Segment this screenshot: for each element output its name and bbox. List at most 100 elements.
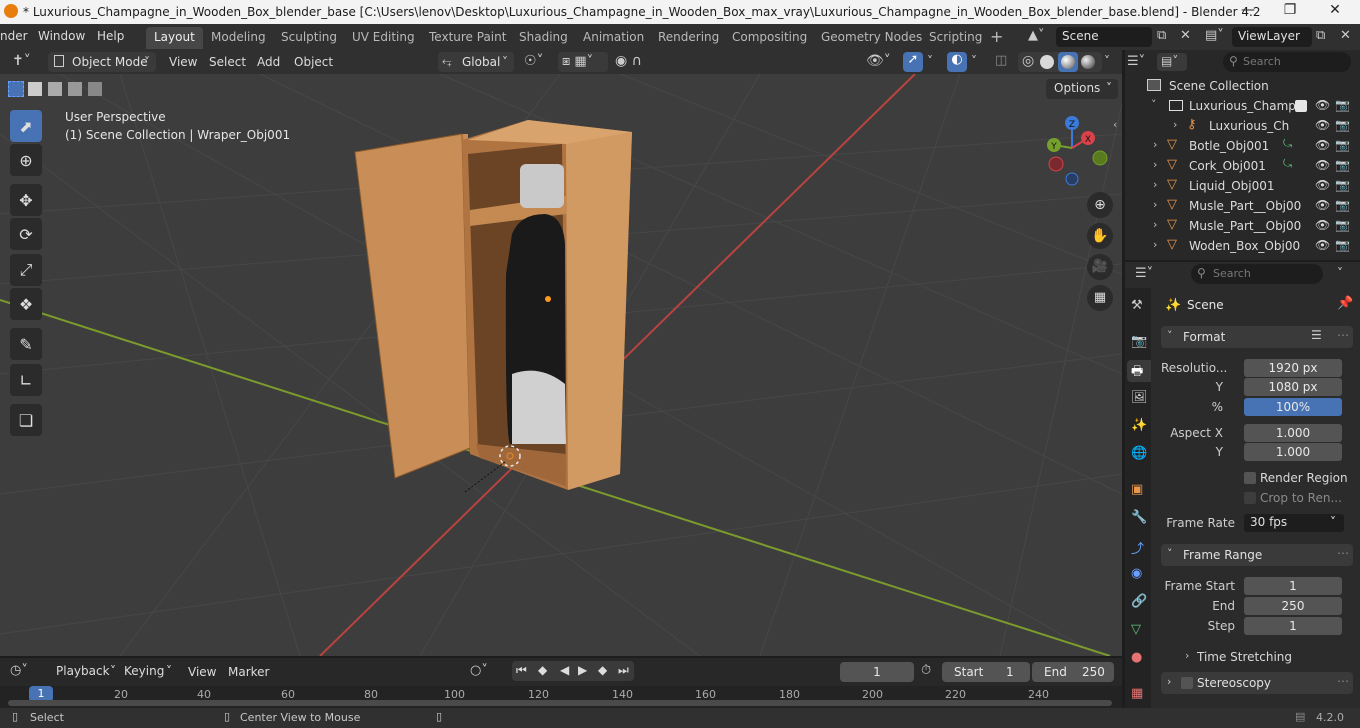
play-reverse-icon[interactable]: ◀ bbox=[560, 663, 569, 677]
minimize-icon[interactable]: — bbox=[1238, 2, 1258, 22]
tab-sculpting[interactable]: Sculpting bbox=[273, 27, 345, 49]
frame-step-field[interactable]: 1 bbox=[1244, 617, 1342, 635]
pivot-point-icon[interactable]: ☉˅ bbox=[524, 53, 544, 69]
outliner-root[interactable]: Scene Collection bbox=[1125, 76, 1360, 96]
select-box-icon[interactable]: ⬈ bbox=[10, 110, 42, 142]
view-layer-tab-icon[interactable]: 🖼 bbox=[1131, 390, 1148, 405]
camera-icon[interactable]: 📷 bbox=[1335, 138, 1350, 152]
wireframe-shading-icon[interactable]: ◎ bbox=[1022, 53, 1034, 69]
restore-icon[interactable]: ❐ bbox=[1280, 2, 1300, 22]
viewlayer-selector-icon[interactable]: ▤˅ bbox=[1205, 28, 1224, 43]
visibility-icon[interactable]: 👁˅ bbox=[866, 53, 891, 69]
end-frame-field[interactable]: End 250 bbox=[1032, 662, 1114, 682]
transform-orientation-dropdown[interactable]: ⥆ Global ˅ bbox=[438, 52, 514, 72]
crop-checkbox[interactable] bbox=[1244, 492, 1256, 504]
keying-menu[interactable]: Keying ˅ bbox=[120, 662, 178, 682]
xray-icon[interactable]: ◫ bbox=[995, 53, 1007, 68]
chevron-down-icon[interactable]: ˅ bbox=[1337, 266, 1343, 280]
stopwatch-icon[interactable]: ⏱ bbox=[921, 663, 931, 678]
aspect-y-field[interactable]: 1.000 bbox=[1244, 443, 1342, 461]
select-intersect-icon[interactable] bbox=[88, 82, 102, 96]
chevron-right-icon[interactable]: › bbox=[1185, 649, 1189, 662]
menu-marker[interactable]: Marker bbox=[228, 665, 269, 679]
outliner-item[interactable]: › ▽ Musle_Part__Obj00 👁 📷 bbox=[1125, 196, 1360, 216]
aspect-x-field[interactable]: 1.000 bbox=[1244, 424, 1342, 442]
select-extend-icon[interactable] bbox=[28, 82, 42, 96]
stereoscopy-section-header[interactable]: › Stereoscopy ⋯ bbox=[1161, 672, 1353, 694]
timeline-ruler[interactable]: 1 20 40 60 80 100 120 140 160 180 200 22… bbox=[0, 686, 1122, 708]
chevron-right-icon[interactable]: › bbox=[1173, 118, 1177, 131]
menu-render[interactable]: nder bbox=[0, 29, 28, 43]
chevron-right-icon[interactable]: › bbox=[1153, 198, 1157, 211]
editor-type-icon[interactable]: ✝˅ bbox=[12, 53, 31, 69]
cursor-icon[interactable]: ⊕ bbox=[10, 144, 42, 176]
outliner-item[interactable]: › ▽ Woden_Box_Obj00 👁 📷 bbox=[1125, 236, 1360, 256]
data-tab-icon[interactable]: ▽ bbox=[1131, 622, 1141, 637]
chevron-right-icon[interactable]: › bbox=[1153, 178, 1157, 191]
viewlayer-field[interactable]: ViewLayer bbox=[1232, 27, 1312, 47]
transform-icon[interactable]: ❖ bbox=[10, 288, 42, 320]
add-cube-icon[interactable]: ❏ bbox=[10, 404, 42, 436]
resolution-x-field[interactable]: 1920 px bbox=[1244, 359, 1342, 377]
scene-tab-icon[interactable]: ✨ bbox=[1131, 418, 1147, 433]
rotate-icon[interactable]: ⟳ bbox=[10, 218, 42, 250]
properties-search[interactable]: ⚲ Search bbox=[1191, 264, 1323, 284]
scale-icon[interactable]: ⤢ bbox=[10, 254, 42, 286]
tab-modeling[interactable]: Modeling bbox=[203, 27, 274, 49]
frame-range-section-header[interactable]: ˅ Frame Range ⋯ bbox=[1161, 544, 1353, 566]
format-section-header[interactable]: ˅ Format ☰ ⋯ bbox=[1161, 326, 1353, 348]
resolution-percent-slider[interactable]: 100% bbox=[1244, 398, 1342, 416]
eye-icon[interactable]: 👁 bbox=[1315, 158, 1330, 172]
checkbox-icon[interactable] bbox=[1295, 100, 1307, 112]
camera-icon[interactable]: 📷 bbox=[1335, 158, 1350, 172]
frame-end-field[interactable]: 250 bbox=[1244, 597, 1342, 615]
camera-icon[interactable]: 📷 bbox=[1335, 198, 1350, 212]
tab-compositing[interactable]: Compositing bbox=[724, 27, 815, 49]
tab-texture-paint[interactable]: Texture Paint bbox=[421, 27, 514, 49]
drag-handle-icon[interactable]: ⋯ bbox=[1337, 546, 1349, 560]
camera-icon[interactable]: 📷 bbox=[1335, 178, 1350, 192]
particles-tab-icon[interactable]: ⤴ bbox=[1131, 538, 1144, 557]
copy-viewlayer-icon[interactable]: ⧉ bbox=[1316, 28, 1325, 43]
material-preview-shading-icon[interactable] bbox=[1058, 52, 1078, 72]
physics-tab-icon[interactable]: ◉ bbox=[1131, 566, 1142, 581]
select-invert-icon[interactable] bbox=[68, 82, 82, 96]
outliner-item[interactable]: › ▽ Botle_Obj001 ⤿ 👁 📷 bbox=[1125, 136, 1360, 156]
timeline-editor-icon[interactable]: ◷˅ bbox=[10, 663, 28, 678]
perspective-toggle-icon[interactable]: ▦ bbox=[1087, 285, 1113, 311]
menu-object[interactable]: Object bbox=[294, 55, 333, 69]
tool-tab-icon[interactable]: ⚒ bbox=[1131, 298, 1143, 313]
sidebar-toggle-icon[interactable]: ‹ bbox=[1113, 118, 1117, 131]
outliner-item[interactable]: › ▽ Musle_Part__Obj00 👁 📷 bbox=[1125, 216, 1360, 236]
camera-icon[interactable]: 📷 bbox=[1335, 238, 1350, 252]
annotate-icon[interactable]: ✎ bbox=[10, 328, 42, 360]
outliner-item[interactable]: ˅ Luxurious_Champa 👁 📷 bbox=[1125, 96, 1360, 116]
menu-add[interactable]: Add bbox=[257, 55, 280, 69]
pan-hand-icon[interactable]: ✋ bbox=[1087, 223, 1113, 249]
measure-icon[interactable]: ∟ bbox=[10, 364, 42, 396]
tab-animation[interactable]: Animation bbox=[575, 27, 652, 49]
constraints-tab-icon[interactable]: 🔗 bbox=[1131, 594, 1147, 609]
modifier-tab-icon[interactable]: 🔧 bbox=[1131, 510, 1147, 525]
eye-icon[interactable]: 👁 bbox=[1315, 178, 1330, 192]
object-tab-icon[interactable]: ▣ bbox=[1131, 482, 1143, 497]
playback-menu[interactable]: Playback ˅ bbox=[52, 662, 116, 682]
timeline-scrollbar[interactable] bbox=[8, 700, 1112, 706]
outliner-item[interactable]: › ▽ Liquid_Obj001 👁 📷 bbox=[1125, 176, 1360, 196]
time-stretching-label[interactable]: Time Stretching bbox=[1197, 650, 1292, 664]
drag-handle-icon[interactable]: ⋯ bbox=[1337, 328, 1349, 342]
frame-start-field[interactable]: 1 bbox=[1244, 577, 1342, 595]
auto-keying-icon[interactable]: ○˅ bbox=[470, 663, 498, 681]
proportional-edit-icon[interactable]: ◉ ∩ bbox=[615, 53, 642, 69]
eye-icon[interactable]: 👁 bbox=[1315, 118, 1330, 132]
scene-selector-icon[interactable]: ▲˅ bbox=[1028, 28, 1052, 46]
prev-keyframe-icon[interactable]: ◆ bbox=[538, 663, 547, 677]
eye-icon[interactable]: 👁 bbox=[1315, 98, 1330, 112]
chevron-right-icon[interactable]: › bbox=[1153, 218, 1157, 231]
rendered-shading-icon[interactable] bbox=[1081, 55, 1095, 69]
current-frame-field[interactable]: 1 bbox=[840, 662, 914, 682]
presets-icon[interactable]: ☰ bbox=[1311, 328, 1322, 342]
zoom-icon[interactable]: ⊕ bbox=[1087, 192, 1113, 218]
jump-end-icon[interactable]: ⏭ bbox=[618, 663, 629, 678]
tab-uv-editing[interactable]: UV Editing bbox=[344, 27, 423, 49]
